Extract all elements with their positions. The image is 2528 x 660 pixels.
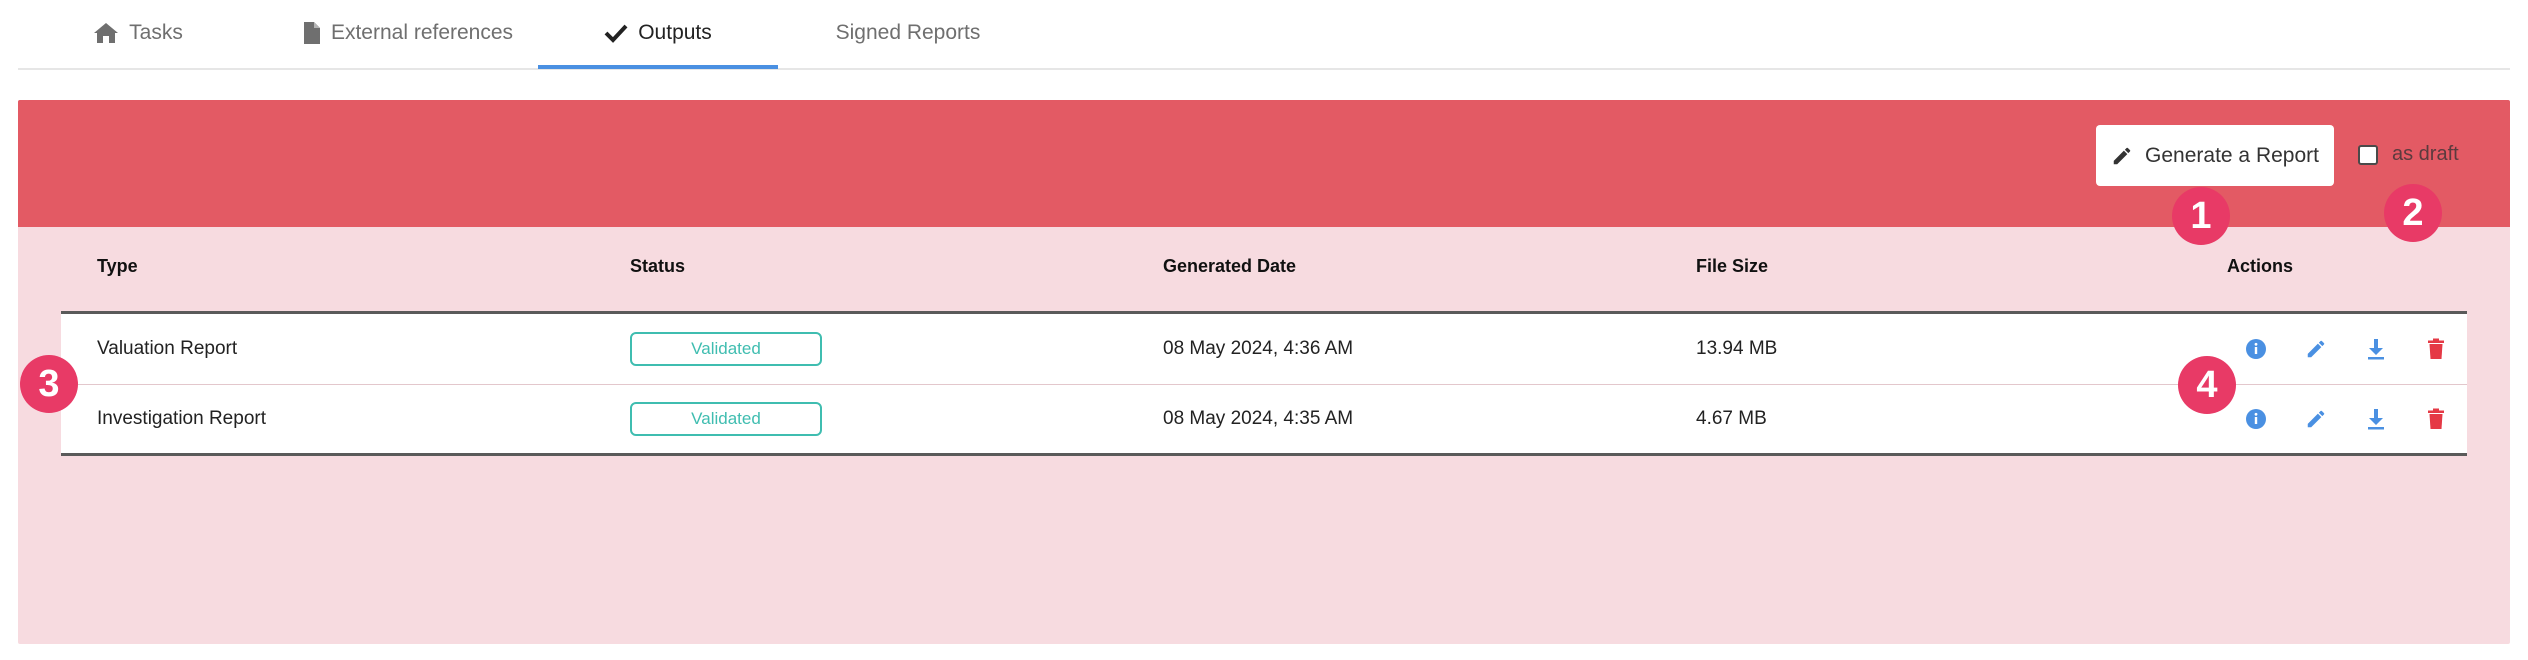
info-icon	[2246, 339, 2266, 359]
cell-generated-date: 08 May 2024, 4:35 AM	[1163, 408, 1354, 429]
cell-file-size: 13.94 MB	[1696, 338, 1778, 359]
info-button[interactable]	[2245, 314, 2267, 384]
marker-3: 3	[20, 355, 78, 413]
draft-checkbox[interactable]	[2358, 144, 2378, 165]
table-header: Type Status Generated Date File Size Act…	[61, 227, 2467, 314]
delete-button[interactable]	[2427, 385, 2445, 453]
tab-label: External references	[330, 21, 514, 44]
delete-icon	[2428, 408, 2444, 429]
cell-type: Valuation Report	[97, 338, 238, 359]
draft-option: as draft	[2358, 143, 2459, 166]
generate-report-label: Generate a Report	[2145, 143, 2319, 167]
download-button[interactable]	[2366, 385, 2386, 453]
tab-bar: Tasks External references Outputs Signed…	[18, 0, 2510, 70]
pencil-icon	[2113, 147, 2131, 164]
status-badge: Validated	[630, 332, 822, 366]
edit-button[interactable]	[2305, 314, 2327, 384]
header-file-size: File Size	[1696, 256, 1769, 276]
tab-tasks[interactable]: Tasks	[18, 0, 258, 66]
cell-file-size: 4.67 MB	[1696, 408, 1767, 429]
draft-label: as draft	[2392, 143, 2459, 165]
toolbar-banner: Generate a Report as draft	[18, 100, 2510, 227]
outputs-panel: Generate a Report as draft Type Status G…	[18, 100, 2510, 644]
marker-4: 4	[2178, 356, 2236, 414]
check-icon	[604, 24, 628, 43]
download-icon	[2368, 339, 2384, 360]
header-actions: Actions	[2227, 256, 2294, 276]
tab-label: Tasks	[129, 21, 183, 44]
download-icon	[2368, 409, 2384, 430]
status-badge: Validated	[630, 402, 822, 436]
info-icon	[2246, 409, 2266, 429]
marker-2: 2	[2384, 184, 2442, 242]
info-button[interactable]	[2245, 385, 2267, 453]
tab-external-references[interactable]: External references	[258, 0, 558, 66]
header-generated-date: Generated Date	[1163, 256, 1297, 276]
reports-table: Type Status Generated Date File Size Act…	[61, 227, 2467, 456]
tab-label: Outputs	[638, 21, 712, 44]
tab-outputs[interactable]: Outputs	[538, 0, 778, 69]
generate-report-button[interactable]: Generate a Report	[2096, 125, 2334, 186]
delete-icon	[2428, 338, 2444, 359]
header-type: Type	[97, 256, 138, 276]
download-button[interactable]	[2366, 314, 2386, 384]
delete-button[interactable]	[2427, 314, 2445, 384]
table-row[interactable]: Investigation Report Validated 08 May 20…	[61, 385, 2467, 456]
cell-type: Investigation Report	[97, 408, 266, 429]
tab-signed-reports[interactable]: Signed Reports	[808, 0, 1008, 66]
edit-icon	[2307, 340, 2325, 358]
tab-label: Signed Reports	[835, 21, 981, 44]
table-row[interactable]: Valuation Report Validated 08 May 2024, …	[61, 314, 2467, 385]
file-icon	[303, 22, 320, 44]
cell-generated-date: 08 May 2024, 4:36 AM	[1163, 338, 1354, 359]
edit-button[interactable]	[2305, 385, 2327, 453]
marker-1: 1	[2172, 187, 2230, 245]
home-icon	[94, 23, 119, 43]
header-status: Status	[630, 256, 686, 276]
edit-icon	[2307, 410, 2325, 428]
